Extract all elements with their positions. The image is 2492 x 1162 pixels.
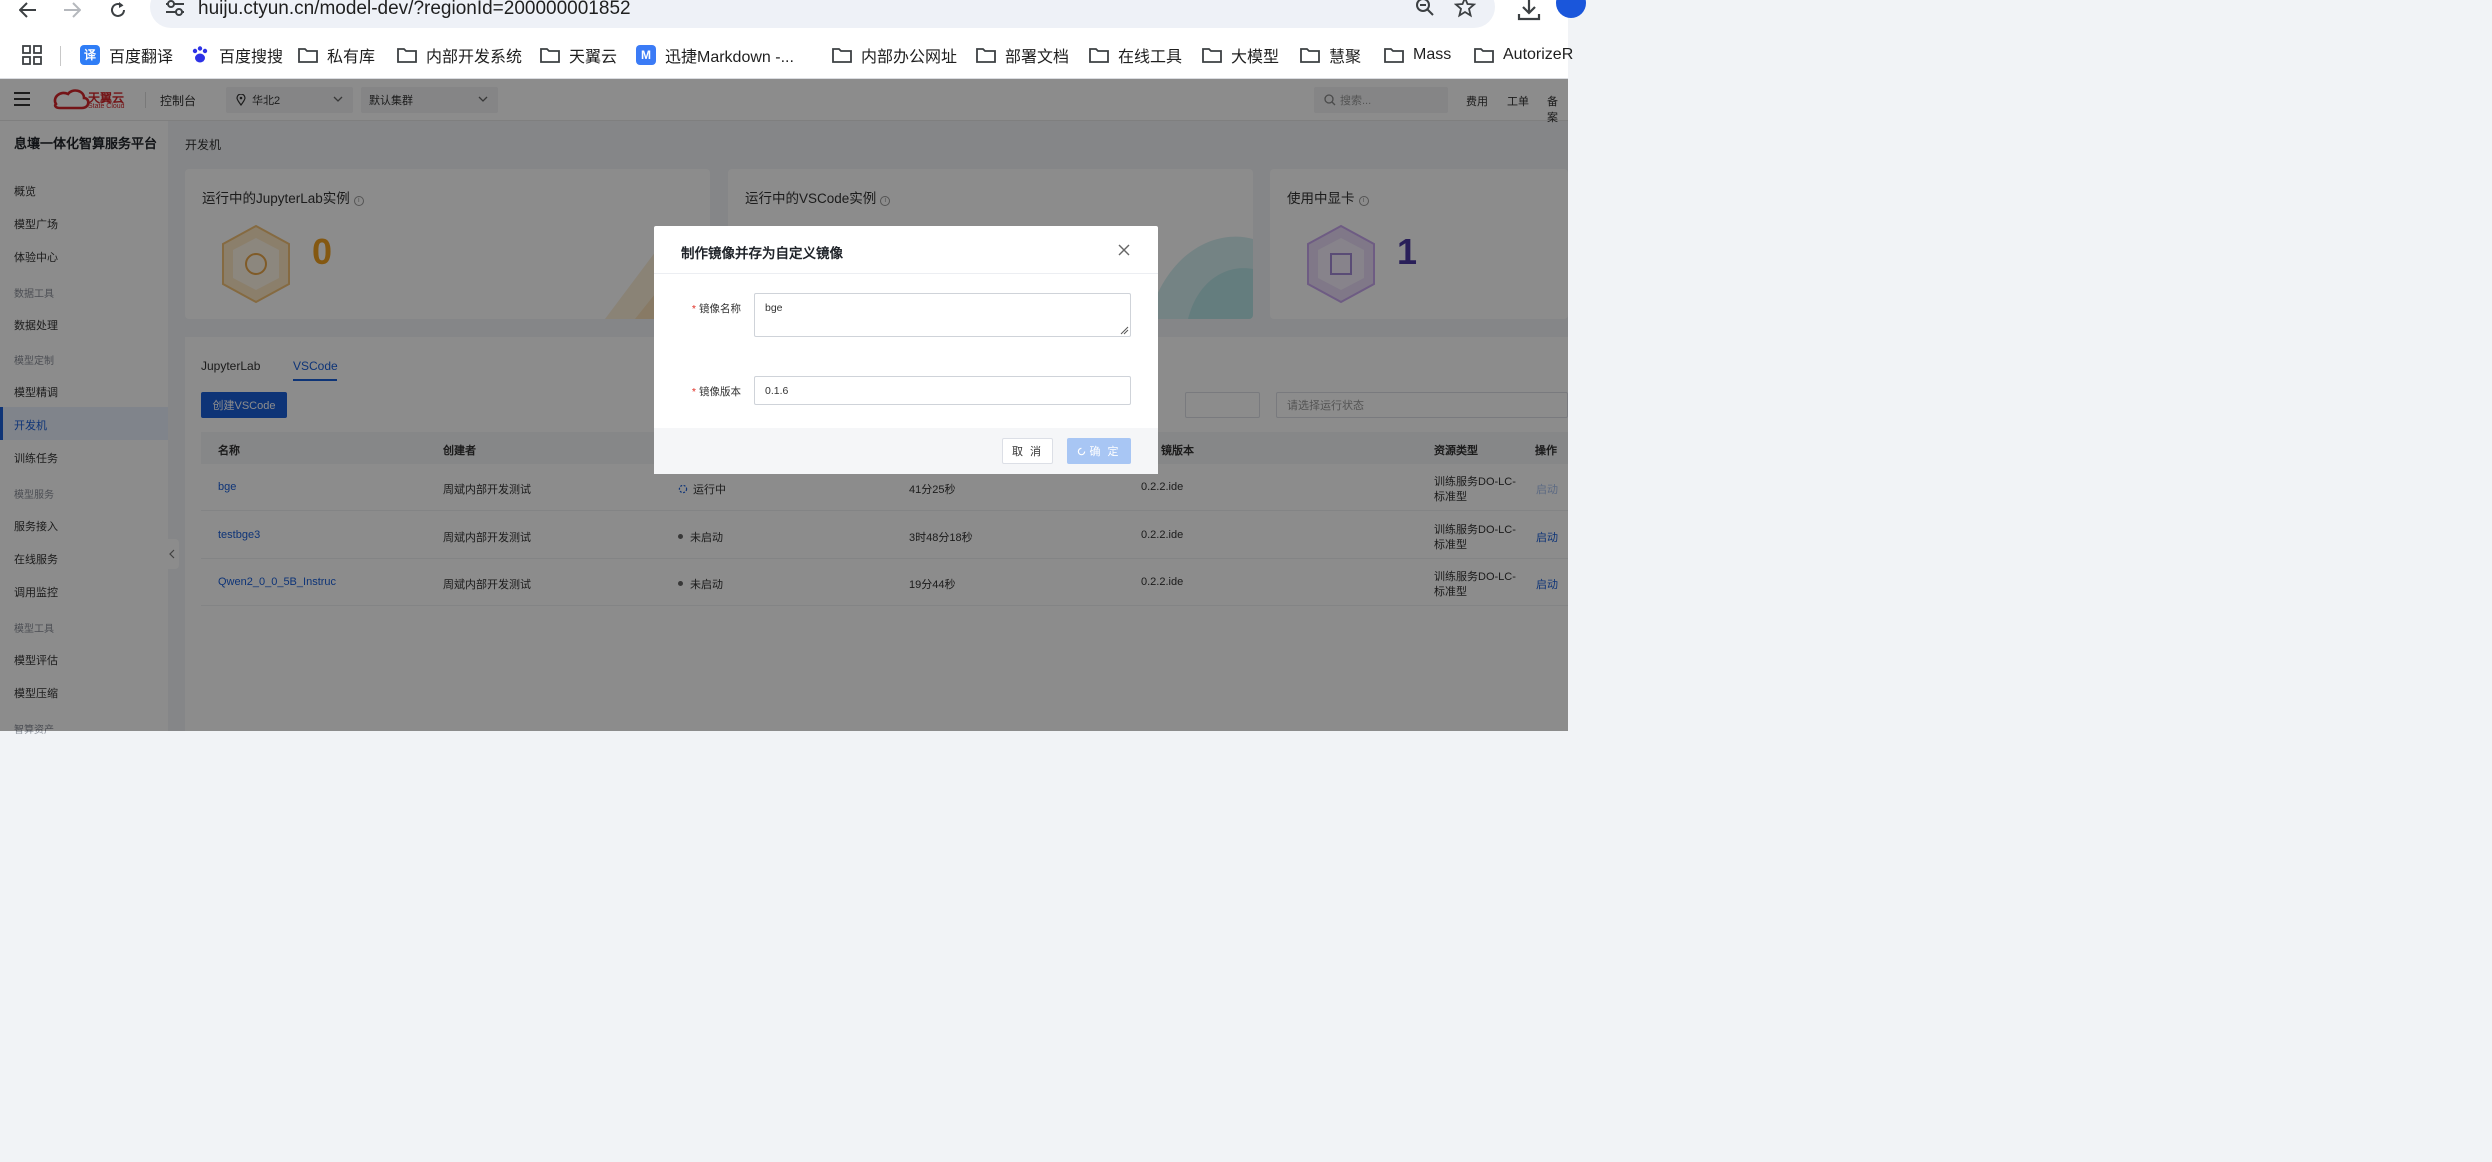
bookmark-label: 迅捷Markdown -...	[665, 48, 794, 66]
markdown-app-icon: M	[636, 44, 656, 65]
image-name-textarea[interactable]: bge	[754, 293, 1131, 337]
bookmark-item[interactable]: 部署文档	[976, 30, 1069, 79]
bookmark-label: 在线工具	[1118, 48, 1183, 66]
image-version-label: * 镜像版本	[691, 386, 741, 398]
confirm-label: 确 定	[1089, 446, 1121, 458]
bookmark-item[interactable]: 天翼云	[540, 30, 617, 79]
bookmark-item[interactable]: 慧聚	[1300, 30, 1361, 79]
bookmarks-bar: 译百度翻译 百度搜搜 私有库 内部开发系统 天翼云 M 迅捷Markdown -... 内部办…	[0, 30, 1573, 79]
resize-handle-icon[interactable]	[1119, 325, 1129, 335]
folder-icon	[1202, 47, 1222, 63]
baidu-paw-icon	[190, 45, 210, 65]
bookmark-item[interactable]: Mass	[1384, 30, 1451, 79]
profile-avatar[interactable]	[1556, 0, 1586, 18]
dialog-header: 制作镜像并存为自定义镜像	[654, 226, 1158, 274]
bookmark-label: 百度翻译	[109, 48, 174, 66]
bookmark-label: 内部开发系统	[426, 48, 523, 66]
image-name-label: * 镜像名称	[691, 303, 741, 315]
bookmark-item[interactable]: 内部办公网址	[832, 30, 957, 79]
bookmark-item[interactable]: 在线工具	[1089, 30, 1182, 79]
download-icon[interactable]	[1516, 0, 1542, 22]
bookmark-item[interactable]: M 迅捷Markdown -...	[636, 30, 794, 79]
zoom-icon[interactable]	[1414, 0, 1436, 18]
bookmark-label: 天翼云	[569, 48, 618, 66]
loading-spinner-icon	[1078, 447, 1086, 455]
forward-icon[interactable]	[60, 0, 84, 20]
folder-icon	[397, 47, 417, 63]
browser-toolbar: huiju.ctyun.cn/model-dev/?regionId=20000…	[0, 0, 1586, 30]
bookmark-label: AutorizeR	[1503, 45, 1574, 63]
folder-icon	[1089, 47, 1109, 63]
folder-icon	[1474, 47, 1494, 63]
back-icon[interactable]	[16, 0, 40, 20]
bookmark-star-icon[interactable]	[1454, 0, 1476, 18]
bookmark-item[interactable]: 私有库	[298, 30, 375, 79]
confirm-button[interactable]: 确 定	[1067, 438, 1131, 464]
address-bar[interactable]: huiju.ctyun.cn/model-dev/?regionId=20000…	[150, 0, 1495, 28]
required-asterisk: *	[691, 386, 696, 398]
close-icon[interactable]	[1117, 243, 1131, 257]
folder-icon	[540, 47, 560, 63]
url-text[interactable]: huiju.ctyun.cn/model-dev/?regionId=20000…	[198, 0, 631, 20]
folder-icon	[1384, 47, 1404, 63]
bookmark-label: Mass	[1413, 45, 1452, 63]
create-image-dialog: 制作镜像并存为自定义镜像 *镜像名称 bge *镜像版本 取 消 确 定	[654, 226, 1158, 474]
dialog-footer: 取 消 确 定	[654, 428, 1158, 474]
bookmark-label: 部署文档	[1005, 48, 1070, 66]
dialog-title: 制作镜像并存为自定义镜像	[681, 246, 843, 261]
bookmark-label: 内部办公网址	[861, 48, 958, 66]
image-version-input[interactable]	[754, 376, 1131, 405]
bookmarks-divider	[60, 46, 61, 66]
bookmark-item[interactable]: 内部开发系统	[397, 30, 522, 79]
required-asterisk: *	[691, 303, 696, 315]
reload-icon[interactable]	[106, 0, 130, 20]
bookmark-item[interactable]: 大模型	[1202, 30, 1279, 79]
translate-icon: 译	[80, 44, 100, 65]
bookmark-item[interactable]: AutorizeR	[1474, 30, 1573, 79]
bookmark-label: 慧聚	[1329, 48, 1362, 66]
site-settings-icon[interactable]	[164, 0, 186, 18]
folder-icon	[1300, 47, 1320, 63]
folder-icon	[832, 47, 852, 63]
folder-icon	[976, 47, 996, 63]
bookmark-item[interactable]: 百度搜搜	[190, 30, 283, 79]
apps-grid-icon[interactable]	[22, 45, 42, 65]
bookmark-label: 百度搜搜	[219, 48, 284, 66]
bookmark-item[interactable]: 译百度翻译	[80, 30, 173, 79]
cancel-button[interactable]: 取 消	[1002, 438, 1053, 464]
folder-icon	[298, 47, 318, 63]
bookmark-label: 私有库	[327, 48, 376, 66]
bookmark-label: 大模型	[1231, 48, 1280, 66]
